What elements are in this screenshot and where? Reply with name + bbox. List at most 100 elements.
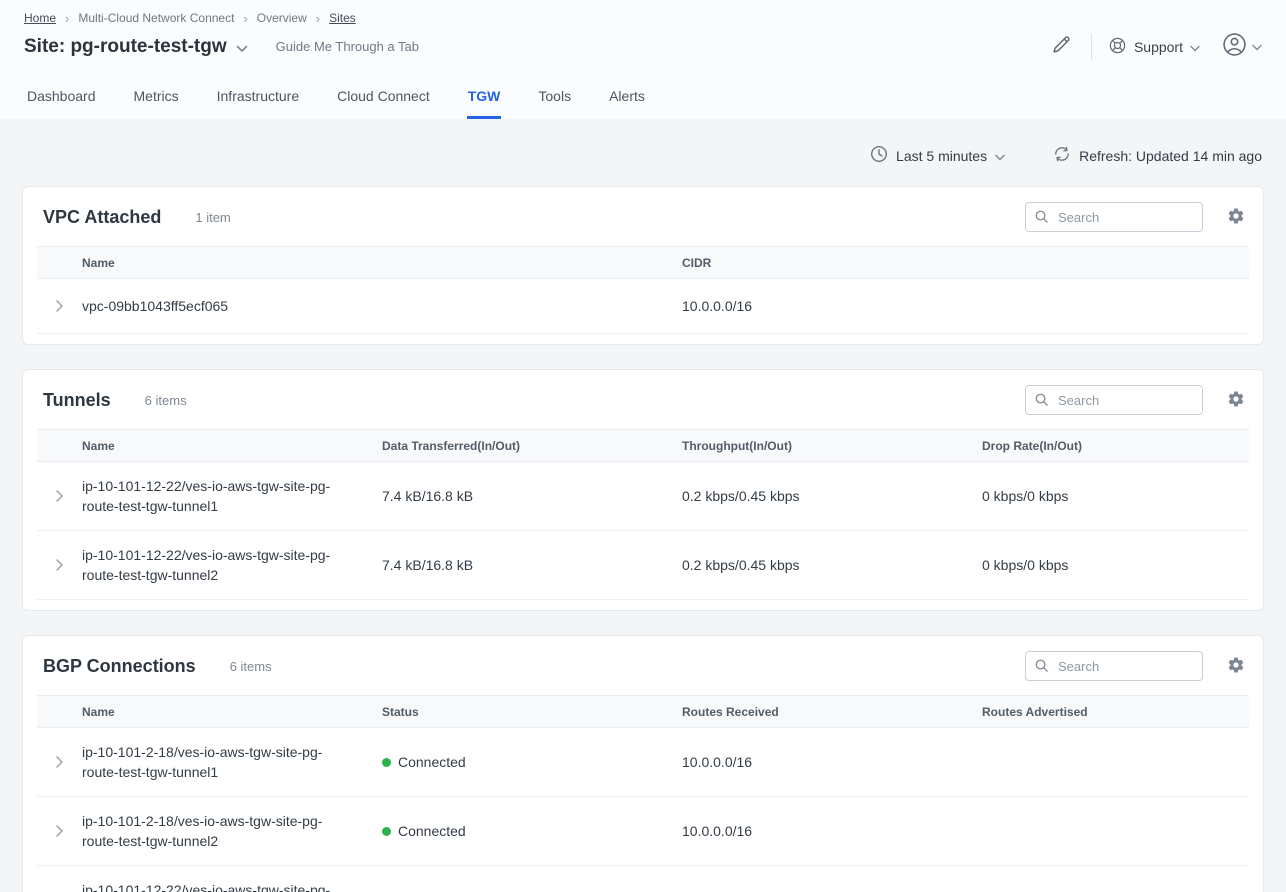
refresh-label: Refresh: Updated 14 min ago [1079, 148, 1262, 164]
tunnels-search-box [1025, 385, 1203, 415]
status-dot-connected [382, 758, 391, 767]
tunnels-table-header-row: Name Data Transferred(In/Out) Throughput… [37, 429, 1249, 462]
clock-icon [870, 145, 888, 166]
edit-button[interactable] [1047, 31, 1075, 62]
tunnel-drop-rate-cell: 0 kbps/0 kbps [982, 541, 1249, 589]
tunnels-card: Tunnels 6 items Name [22, 369, 1264, 611]
column-header-name: Name [82, 439, 382, 453]
gear-icon [1227, 656, 1245, 677]
status-label: Connected [398, 752, 466, 772]
tunnels-settings-button[interactable] [1225, 388, 1247, 413]
table-row: vpc-09bb1043ff5ecf065 10.0.0.0/16 [37, 279, 1249, 334]
guide-me-link[interactable]: Guide Me Through a Tab [276, 39, 419, 54]
tunnels-card-title: Tunnels [43, 390, 111, 411]
tunnels-table: Name Data Transferred(In/Out) Throughput… [37, 429, 1249, 600]
table-row: ip-10-101-12-22/ves-io-aws-tgw-site-pg-r… [37, 866, 1249, 892]
bgp-routes-received-cell: 10.0.0.0/16 [682, 807, 982, 855]
vpc-cidr-cell: 10.0.0.0/16 [682, 279, 1249, 333]
row-expand-button[interactable] [37, 866, 82, 892]
tunnels-search-input[interactable] [1025, 385, 1203, 415]
vpc-attached-card: VPC Attached 1 item Name [22, 186, 1264, 345]
tab-metrics[interactable]: Metrics [133, 84, 180, 119]
tunnel-data-transferred-cell: 7.4 kB/16.8 kB [382, 472, 682, 520]
bgp-routes-advertised-cell [982, 748, 1249, 776]
breadcrumb-item-multi-cloud-network-connect: Multi-Cloud Network Connect [78, 11, 234, 25]
tab-infrastructure[interactable]: Infrastructure [216, 84, 300, 119]
tab-cloud-connect[interactable]: Cloud Connect [336, 84, 431, 119]
bgp-name-cell: ip-10-101-12-22/ves-io-aws-tgw-site-pg-r… [82, 866, 382, 892]
tunnels-item-count: 6 items [145, 393, 187, 408]
vpc-table: Name CIDR vpc-09bb1043ff5ecf065 10.0.0.0… [37, 246, 1249, 334]
tab-bar: Dashboard Metrics Infrastructure Cloud C… [0, 72, 1286, 119]
row-expand-button[interactable] [37, 797, 82, 865]
bgp-search-input[interactable] [1025, 651, 1203, 681]
header-divider [1091, 34, 1092, 60]
breadcrumb-separator-icon: › [316, 12, 320, 25]
breadcrumb-separator-icon: › [243, 12, 247, 25]
page-title: Site: pg-route-test-tgw [24, 36, 227, 58]
vpc-settings-button[interactable] [1225, 205, 1247, 230]
tunnel-throughput-cell: 0.2 kbps/0.45 kbps [682, 472, 982, 520]
vpc-table-header-row: Name CIDR [37, 246, 1249, 279]
column-header-throughput: Throughput(In/Out) [682, 439, 982, 453]
site-selector-chevron-down-icon[interactable] [236, 45, 248, 53]
vpc-name-cell: vpc-09bb1043ff5ecf065 [82, 279, 682, 333]
tab-dashboard[interactable]: Dashboard [26, 84, 97, 119]
bgp-status-cell: Connected [382, 738, 682, 786]
bgp-table-header-row: Name Status Routes Received Routes Adver… [37, 695, 1249, 728]
time-range-label: Last 5 minutes [896, 148, 987, 164]
tab-tgw[interactable]: TGW [467, 84, 502, 119]
support-label: Support [1134, 39, 1183, 55]
tab-tools[interactable]: Tools [537, 84, 572, 119]
title-row: Site: pg-route-test-tgw Guide Me Through… [24, 31, 1262, 72]
account-chevron-down-icon [1252, 38, 1262, 56]
tunnel-name-cell: ip-10-101-12-22/ves-io-aws-tgw-site-pg-r… [82, 531, 382, 599]
bgp-status-cell: Connected [382, 876, 682, 892]
column-header-name: Name [82, 705, 382, 719]
vpc-card-title: VPC Attached [43, 207, 161, 228]
table-row: ip-10-101-2-18/ves-io-aws-tgw-site-pg-ro… [37, 728, 1249, 797]
bgp-connections-card: BGP Connections 6 items Name [22, 635, 1264, 892]
bgp-table: Name Status Routes Received Routes Adver… [37, 695, 1249, 892]
breadcrumb: Home › Multi-Cloud Network Connect › Ove… [24, 10, 1262, 26]
breadcrumb-item-overview: Overview [257, 11, 307, 25]
row-expand-button[interactable] [37, 462, 82, 530]
vpc-search-box [1025, 202, 1203, 232]
page-header: Home › Multi-Cloud Network Connect › Ove… [0, 0, 1286, 72]
support-chevron-down-icon [1190, 39, 1200, 55]
vpc-item-count: 1 item [195, 210, 230, 225]
support-menu[interactable]: Support [1108, 36, 1200, 58]
tunnel-throughput-cell: 0.2 kbps/0.45 kbps [682, 541, 982, 589]
account-menu[interactable] [1222, 32, 1262, 62]
tunnel-name-cell: ip-10-101-12-22/ves-io-aws-tgw-site-pg-r… [82, 462, 382, 530]
bgp-routes-advertised-cell [982, 886, 1249, 892]
table-row: ip-10-101-12-22/ves-io-aws-tgw-site-pg-r… [37, 531, 1249, 600]
bgp-name-cell: ip-10-101-2-18/ves-io-aws-tgw-site-pg-ro… [82, 728, 382, 796]
content-area: Last 5 minutes Refresh: Updated 14 min a… [0, 119, 1286, 892]
table-row: ip-10-101-2-18/ves-io-aws-tgw-site-pg-ro… [37, 797, 1249, 866]
refresh-icon [1053, 145, 1071, 166]
tunnel-drop-rate-cell: 0 kbps/0 kbps [982, 472, 1249, 520]
row-expand-button[interactable] [37, 531, 82, 599]
breadcrumb-link-sites[interactable]: Sites [329, 11, 356, 25]
bgp-card-header: BGP Connections 6 items [23, 636, 1263, 695]
bgp-routes-received-cell: 10.0.0.0/16 [682, 738, 982, 786]
bgp-settings-button[interactable] [1225, 654, 1247, 679]
bgp-routes-advertised-cell [982, 817, 1249, 845]
vpc-search-input[interactable] [1025, 202, 1203, 232]
tab-alerts[interactable]: Alerts [608, 84, 646, 119]
breadcrumb-link-home[interactable]: Home [24, 11, 56, 25]
column-header-routes-received: Routes Received [682, 705, 982, 719]
bgp-search-box [1025, 651, 1203, 681]
gear-icon [1227, 207, 1245, 228]
support-icon [1108, 36, 1127, 58]
bgp-status-cell: Connected [382, 807, 682, 855]
row-expand-button[interactable] [37, 279, 82, 333]
tunnel-data-transferred-cell: 7.4 kB/16.8 kB [382, 541, 682, 589]
refresh-button[interactable]: Refresh: Updated 14 min ago [1053, 145, 1262, 166]
status-label: Connected [398, 821, 466, 841]
time-range-chevron-down-icon [995, 148, 1005, 164]
bgp-card-title: BGP Connections [43, 656, 196, 677]
time-range-selector[interactable]: Last 5 minutes [870, 145, 1005, 166]
row-expand-button[interactable] [37, 728, 82, 796]
